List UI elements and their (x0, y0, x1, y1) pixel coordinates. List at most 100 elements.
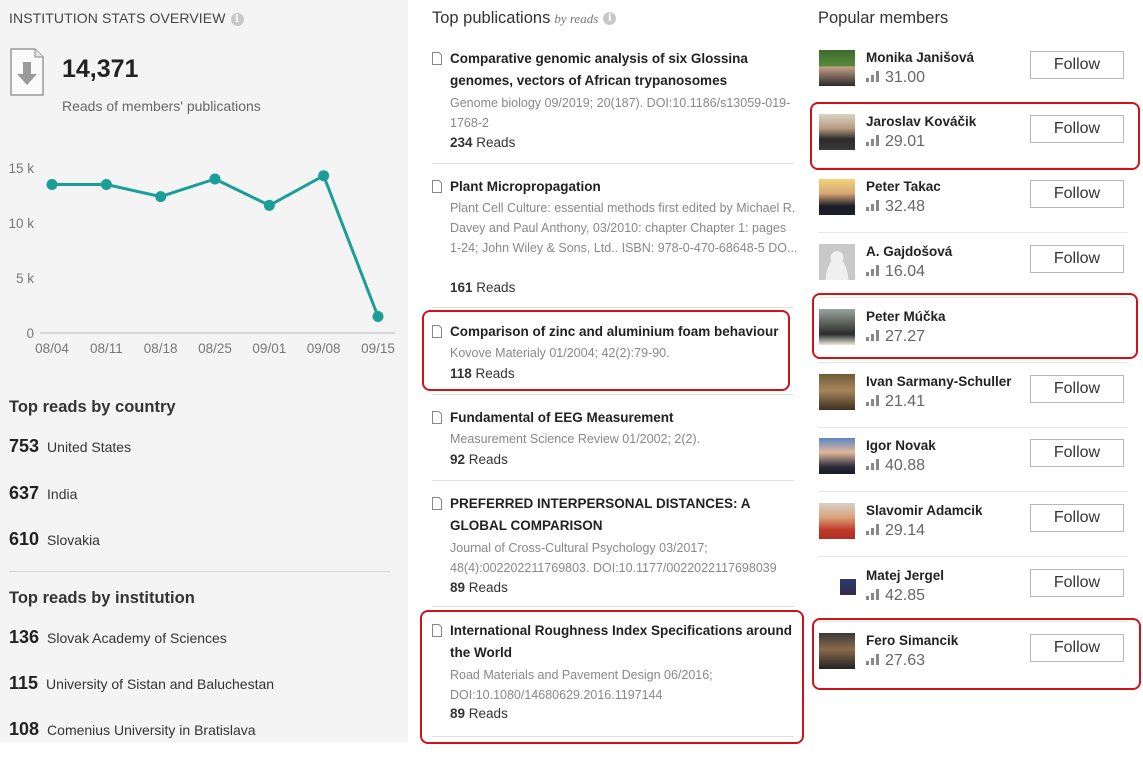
publication-divider (432, 307, 794, 308)
institution-count: 115 (9, 673, 39, 693)
member-divider (818, 621, 1128, 622)
member-score-value: 29.01 (885, 133, 926, 150)
member-divider (818, 362, 1128, 363)
publication-divider (432, 163, 794, 164)
publication-title[interactable]: Comparison of zinc and aluminium foam be… (450, 321, 796, 343)
publication-reads: 92 Reads (450, 452, 508, 467)
member-name[interactable]: Peter Takac (866, 179, 941, 194)
member-name[interactable]: Jaroslav Kováčik (866, 114, 976, 129)
info-icon[interactable]: i (230, 12, 244, 26)
publication-title[interactable]: Comparative genomic analysis of six Glos… (450, 48, 796, 92)
x-tick-label: 08/11 (90, 341, 123, 356)
x-tick-label: 08/18 (144, 341, 178, 356)
member-name[interactable]: Peter Múčka (866, 309, 946, 324)
member-name[interactable]: Ivan Sarmany-Schuller (866, 374, 1012, 389)
member-name[interactable]: A. Gajdošová (866, 244, 952, 259)
reads-word: Reads (475, 366, 515, 381)
member-item: Peter Takac 32.48 Follow (818, 173, 1128, 231)
member-score-value: 16.04 (885, 263, 926, 280)
data-point[interactable] (318, 170, 330, 182)
country-label: Slovakia (47, 532, 100, 548)
institution-row: 108 Comenius University in Bratislava (9, 719, 256, 740)
series-line (52, 174, 380, 318)
reads-word: Reads (468, 452, 508, 467)
members-panel: Popular members Monika Janišová 31.00 Foll… (810, 0, 1143, 742)
institution-row: 136 Slovak Academy of Sciences (9, 627, 227, 648)
avatar[interactable] (819, 179, 855, 215)
avatar[interactable] (819, 633, 855, 669)
bar-chart-icon (866, 135, 880, 146)
avatar[interactable] (819, 244, 855, 280)
avatar[interactable] (819, 50, 855, 86)
country-count: 637 (9, 483, 40, 503)
country-row: 753 United States (9, 436, 131, 457)
country-row: 610 Slovakia (9, 529, 100, 550)
follow-button[interactable]: Follow (1030, 569, 1124, 597)
follow-button[interactable]: Follow (1030, 115, 1124, 143)
publication-title[interactable]: Plant Micropropagation (450, 176, 796, 198)
member-divider (818, 297, 1128, 298)
member-name[interactable]: Igor Novak (866, 438, 936, 453)
member-divider (818, 427, 1128, 428)
bar-chart-icon (866, 654, 880, 665)
bar-chart-icon (866, 459, 880, 470)
publication-reads-count: 92 (450, 452, 466, 467)
data-point[interactable] (155, 191, 167, 203)
stats-panel: INSTITUTION STATS OVERVIEW i 14,371 Reads… (0, 0, 408, 742)
publication-title[interactable]: PREFERRED INTERPERSONAL DISTANCES: A GLO… (450, 493, 796, 537)
y-tick-label: 0 (26, 326, 34, 341)
member-score-value: 27.63 (885, 652, 926, 669)
follow-button[interactable]: Follow (1030, 634, 1124, 662)
document-icon (432, 325, 442, 338)
member-divider (818, 167, 1128, 168)
member-item: Peter Múčka 27.27 (818, 303, 1128, 361)
member-score-value: 42.85 (885, 587, 926, 604)
publication-divider (432, 480, 794, 481)
follow-button[interactable]: Follow (1030, 439, 1124, 467)
member-name[interactable]: Matej Jergel (866, 568, 944, 583)
institution-row: 115 University of Sistan and Baluchestan (9, 673, 274, 694)
members-title: Popular members (818, 9, 949, 27)
data-point[interactable] (209, 173, 221, 185)
member-score-value: 21.41 (885, 393, 926, 410)
publication-reads-count: 234 (450, 135, 473, 150)
institution-label: University of Sistan and Baluchestan (46, 676, 275, 692)
publication-reads: 118 Reads (450, 366, 515, 381)
institution-label: Slovak Academy of Sciences (47, 630, 227, 646)
publication-title[interactable]: International Roughness Index Specificat… (450, 620, 796, 664)
publication-reads: 89 Reads (450, 580, 508, 595)
follow-button[interactable]: Follow (1030, 245, 1124, 273)
member-score-value: 29.14 (885, 522, 926, 539)
data-point[interactable] (263, 199, 275, 211)
member-item: Igor Novak 40.88 Follow (818, 432, 1128, 490)
data-point[interactable] (46, 179, 58, 190)
data-point[interactable] (372, 311, 384, 322)
member-divider (818, 103, 1128, 104)
follow-button[interactable]: Follow (1030, 375, 1124, 403)
reads-word: Reads (476, 280, 516, 295)
follow-button[interactable]: Follow (1030, 180, 1124, 208)
data-point[interactable] (100, 179, 112, 190)
bar-chart-icon (866, 330, 880, 341)
x-tick-label: 08/25 (198, 341, 232, 356)
info-icon[interactable]: i (603, 12, 617, 26)
follow-button[interactable]: Follow (1030, 51, 1124, 79)
member-name[interactable]: Monika Janišová (866, 50, 974, 65)
publication-divider (432, 736, 794, 737)
avatar[interactable] (819, 374, 855, 410)
section-divider (9, 571, 390, 572)
avatar[interactable] (819, 503, 855, 539)
avatar[interactable] (819, 438, 855, 474)
avatar[interactable] (819, 114, 855, 150)
member-score: 42.85 (866, 587, 925, 605)
member-name[interactable]: Fero Simancik (866, 633, 958, 648)
publication-title[interactable]: Fundamental of EEG Measurement (450, 407, 796, 429)
member-name[interactable]: Slavomir Adamcik (866, 503, 983, 518)
x-tick-label: 09/01 (252, 341, 286, 356)
avatar[interactable] (819, 309, 855, 345)
x-tick-label: 09/08 (307, 341, 341, 356)
institution-section-title: Top reads by institution (9, 589, 195, 607)
reads-word: Reads (468, 580, 508, 595)
avatar[interactable] (840, 575, 856, 595)
follow-button[interactable]: Follow (1030, 504, 1124, 532)
